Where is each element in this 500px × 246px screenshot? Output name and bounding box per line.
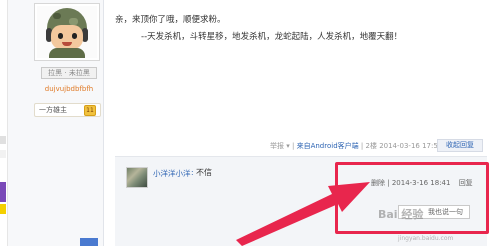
floor-number: 2楼 [365,142,377,150]
reply-author-link[interactable]: 小洋洋小洋 [153,168,191,179]
bottom-tag [80,238,98,246]
user-info-column: 拉黑 · 未拉黑 dujvujbdbfbfh 一方雄主 11 [8,0,104,246]
left-edge-strip [0,0,8,246]
rank-badge[interactable]: 一方雄主 11 [34,103,101,117]
avatar-image [37,6,97,58]
block-user-button[interactable]: 拉黑 · 未拉黑 [41,67,97,79]
post-line: 亲，来顶你了哦，顺便求粉。 [115,15,226,25]
collapse-replies-button[interactable]: 收起回复 [437,139,483,152]
avatar-eye [58,33,63,39]
client-link[interactable]: 来自Android客户端 [297,142,359,150]
level-badge-icon: 11 [84,105,96,116]
meta-separator: | [360,142,364,150]
meta-separator: | [291,142,295,150]
reply-content: 不信 [196,168,212,177]
post-signature: --天发杀机，斗转星移，地发杀机，龙蛇起陆，人发杀机，地覆天翻！ [141,32,403,42]
strip-mark [0,150,6,158]
avatar-body [49,48,85,58]
watermark-url: jingyan.baidu.com [398,235,454,242]
strip-mark [0,136,6,144]
reply-avatar[interactable] [126,167,148,188]
arrow-icon [236,182,370,246]
reply-colon: : [191,168,194,177]
rank-title: 一方雄主 [39,106,67,114]
report-link[interactable]: 举报 [270,142,284,150]
post-meta: 举报 ▾ | 来自Android客户端 | 2楼 2014-03-16 17:5… [270,141,442,151]
avatar-eye [72,33,77,39]
watermark-logo: Bai 经验 [378,208,424,221]
caret-down-icon[interactable]: ▾ [286,142,290,150]
user-avatar[interactable] [34,3,100,61]
strip-mark [0,204,6,214]
strip-mark [0,182,6,202]
username-link[interactable]: dujvujbdbfbfh [36,85,102,93]
post-timestamp: 2014-03-16 17:51 [379,142,443,150]
post-content: 亲，来顶你了哦，顺便求粉。 --天发杀机，斗转星移，地发杀机，龙蛇起陆，人发杀机… [115,12,402,46]
